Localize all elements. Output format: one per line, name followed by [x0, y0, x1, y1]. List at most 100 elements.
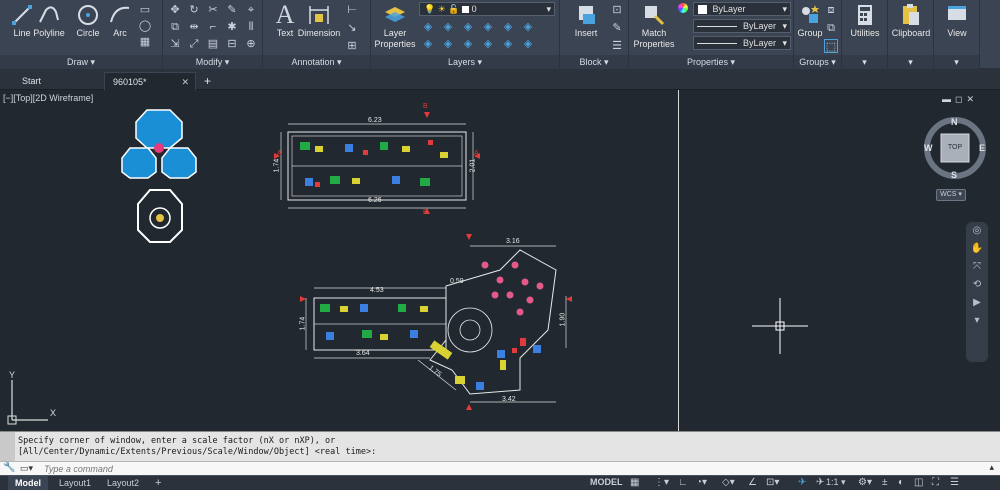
layout-tab-layout1[interactable]: Layout1: [52, 476, 98, 490]
layer-freeze-icon[interactable]: ◈: [461, 20, 475, 34]
object-snap-icon[interactable]: ⊡▾: [766, 477, 779, 488]
wrench-icon[interactable]: 🔧: [3, 462, 15, 473]
view-panel-expander[interactable]: ▾: [934, 55, 979, 69]
properties-panel-title[interactable]: Properties ▾: [629, 55, 793, 69]
command-input[interactable]: [44, 463, 944, 475]
explode-icon[interactable]: ✱: [225, 20, 239, 34]
layer-unlock-icon[interactable]: ◈: [461, 37, 475, 51]
erase-icon[interactable]: ✎: [225, 3, 239, 17]
layer-unisolate-icon[interactable]: ◈: [421, 37, 435, 51]
layer-lock-icon[interactable]: ◈: [481, 20, 495, 34]
snap-icon[interactable]: ⋮▾: [654, 477, 669, 488]
clean-screen-icon[interactable]: ⛶: [932, 477, 939, 488]
isolate-objects-icon[interactable]: ◐: [898, 477, 904, 488]
mirror-icon[interactable]: ⇹: [187, 20, 201, 34]
mark-icon[interactable]: ↘: [345, 21, 359, 35]
group-edit-icon[interactable]: ⧉: [824, 21, 838, 35]
utilities-panel-expander[interactable]: ▾: [842, 55, 887, 69]
layer-current-icon[interactable]: ◈: [521, 20, 535, 34]
polyline-tool-button[interactable]: Polyline: [30, 2, 68, 54]
ortho-icon[interactable]: ∟: [678, 477, 688, 488]
arc-tool-button[interactable]: Arc: [100, 2, 140, 54]
leader-icon[interactable]: ⊢: [345, 3, 359, 17]
clipboard-button[interactable]: Clipboard: [891, 2, 931, 54]
steering-wheel-icon[interactable]: ◎: [966, 222, 988, 240]
layer-dropdown[interactable]: 💡 ☀ 🔓 0 ▾: [419, 2, 555, 16]
command-prompt-icon[interactable]: ▭▾: [20, 463, 33, 474]
ungroup-icon[interactable]: ⧈: [824, 3, 838, 17]
edit-icon[interactable]: ⌖: [244, 3, 258, 17]
group-button[interactable]: Group: [796, 2, 824, 54]
clipboard-panel-expander[interactable]: ▾: [888, 55, 933, 69]
navbar-menu-icon[interactable]: ▾: [966, 312, 988, 330]
close-icon[interactable]: ✕: [181, 73, 189, 91]
view-button[interactable]: View: [937, 2, 977, 54]
modify-panel-title[interactable]: Modify ▾: [163, 55, 262, 69]
drawing-canvas[interactable]: [−][Top][2D Wireframe] 6.23 6.26 1.74 2.…: [0, 90, 1000, 431]
dimension-tool-button[interactable]: Dimension: [297, 2, 341, 54]
zoom-extents-icon[interactable]: ⤧: [966, 258, 988, 276]
linetype-dropdown[interactable]: ByLayer ▾: [693, 19, 791, 33]
compass-north[interactable]: N: [951, 117, 958, 127]
add-layout-button[interactable]: +: [148, 476, 168, 490]
group-select-icon[interactable]: ⬚: [824, 39, 838, 53]
groups-panel-title[interactable]: Groups ▾: [794, 55, 841, 69]
layout-tab-model[interactable]: Model: [8, 476, 48, 490]
layout-tab-layout2[interactable]: Layout2: [100, 476, 146, 490]
color-dropdown[interactable]: ByLayer ▾: [693, 2, 791, 16]
annotation-scale-dropdown[interactable]: 1:1 ▾: [826, 477, 846, 488]
layer-thaw-icon[interactable]: ◈: [441, 37, 455, 51]
break-icon[interactable]: ⊟: [225, 37, 239, 51]
color-wheel-icon[interactable]: [678, 3, 688, 13]
layer-isolate-icon[interactable]: ◈: [441, 20, 455, 34]
maximize-icon[interactable]: ◻: [955, 94, 966, 104]
wcs-menu[interactable]: WCS ▾: [936, 189, 966, 201]
block-panel-title[interactable]: Block ▾: [560, 55, 628, 69]
create-block-icon[interactable]: ⊡: [610, 3, 624, 17]
layers-panel-title[interactable]: Layers ▾: [371, 55, 559, 69]
document-tab[interactable]: 960105* ✕: [104, 72, 196, 90]
customization-menu-icon[interactable]: ☰: [950, 477, 959, 488]
copy-icon[interactable]: ⧉: [168, 20, 182, 34]
layer-walk-icon[interactable]: ◈: [501, 37, 515, 51]
model-space-toggle[interactable]: MODEL: [590, 477, 623, 487]
close-icon[interactable]: ✕: [966, 94, 978, 104]
move-icon[interactable]: ✥: [168, 3, 182, 17]
table-icon[interactable]: ⊞: [345, 39, 359, 53]
annotation-panel-title[interactable]: Annotation ▾: [263, 55, 370, 69]
workspace-gear-icon[interactable]: ⚙▾: [858, 477, 872, 488]
offset-icon[interactable]: ⫴: [244, 20, 258, 34]
edit-block-icon[interactable]: ✎: [610, 21, 624, 35]
compass-west[interactable]: W: [924, 143, 933, 153]
object-snap-tracking-icon[interactable]: ∠: [748, 477, 757, 488]
hardware-acceleration-icon[interactable]: ◫: [914, 477, 923, 488]
rotate-icon[interactable]: ↻: [187, 3, 201, 17]
hatch-icon[interactable]: ▦: [138, 35, 152, 49]
insert-button[interactable]: Insert: [566, 2, 606, 54]
draw-panel-title[interactable]: Draw ▾: [0, 55, 162, 69]
lineweight-dropdown[interactable]: ByLayer ▾: [693, 36, 791, 50]
join-icon[interactable]: ⊕: [244, 37, 258, 51]
isodraft-icon[interactable]: ◇▾: [722, 477, 735, 488]
plus-minus-icon[interactable]: ±: [882, 477, 888, 488]
match-properties-button[interactable]: Match Properties: [632, 2, 676, 54]
layer-previous-icon[interactable]: ◈: [481, 37, 495, 51]
pan-icon[interactable]: ✋: [966, 240, 988, 258]
layer-match-icon[interactable]: ◈: [501, 20, 515, 34]
ellipse-icon[interactable]: ◯: [138, 19, 152, 33]
start-tab[interactable]: Start: [14, 72, 102, 90]
block-attribute-icon[interactable]: ☰: [610, 39, 624, 53]
utilities-button[interactable]: Utilities: [845, 2, 885, 54]
compass-east[interactable]: E: [979, 143, 985, 153]
rectangle-icon[interactable]: ▭: [138, 3, 152, 17]
array-icon[interactable]: ▤: [206, 37, 220, 51]
polar-icon[interactable]: ◔▾: [696, 477, 707, 488]
showmotion-icon[interactable]: ▶: [966, 294, 988, 312]
scale-icon[interactable]: ⤢: [187, 37, 201, 51]
layer-properties-button[interactable]: Layer Properties: [373, 2, 417, 54]
fillet-icon[interactable]: ⌐: [206, 20, 220, 34]
chevron-up-icon[interactable]: ▴: [989, 462, 994, 473]
autoscale-icon[interactable]: ✈: [816, 477, 824, 488]
layer-off-icon[interactable]: ◈: [421, 20, 435, 34]
layer-merge-icon[interactable]: ◈: [521, 37, 535, 51]
